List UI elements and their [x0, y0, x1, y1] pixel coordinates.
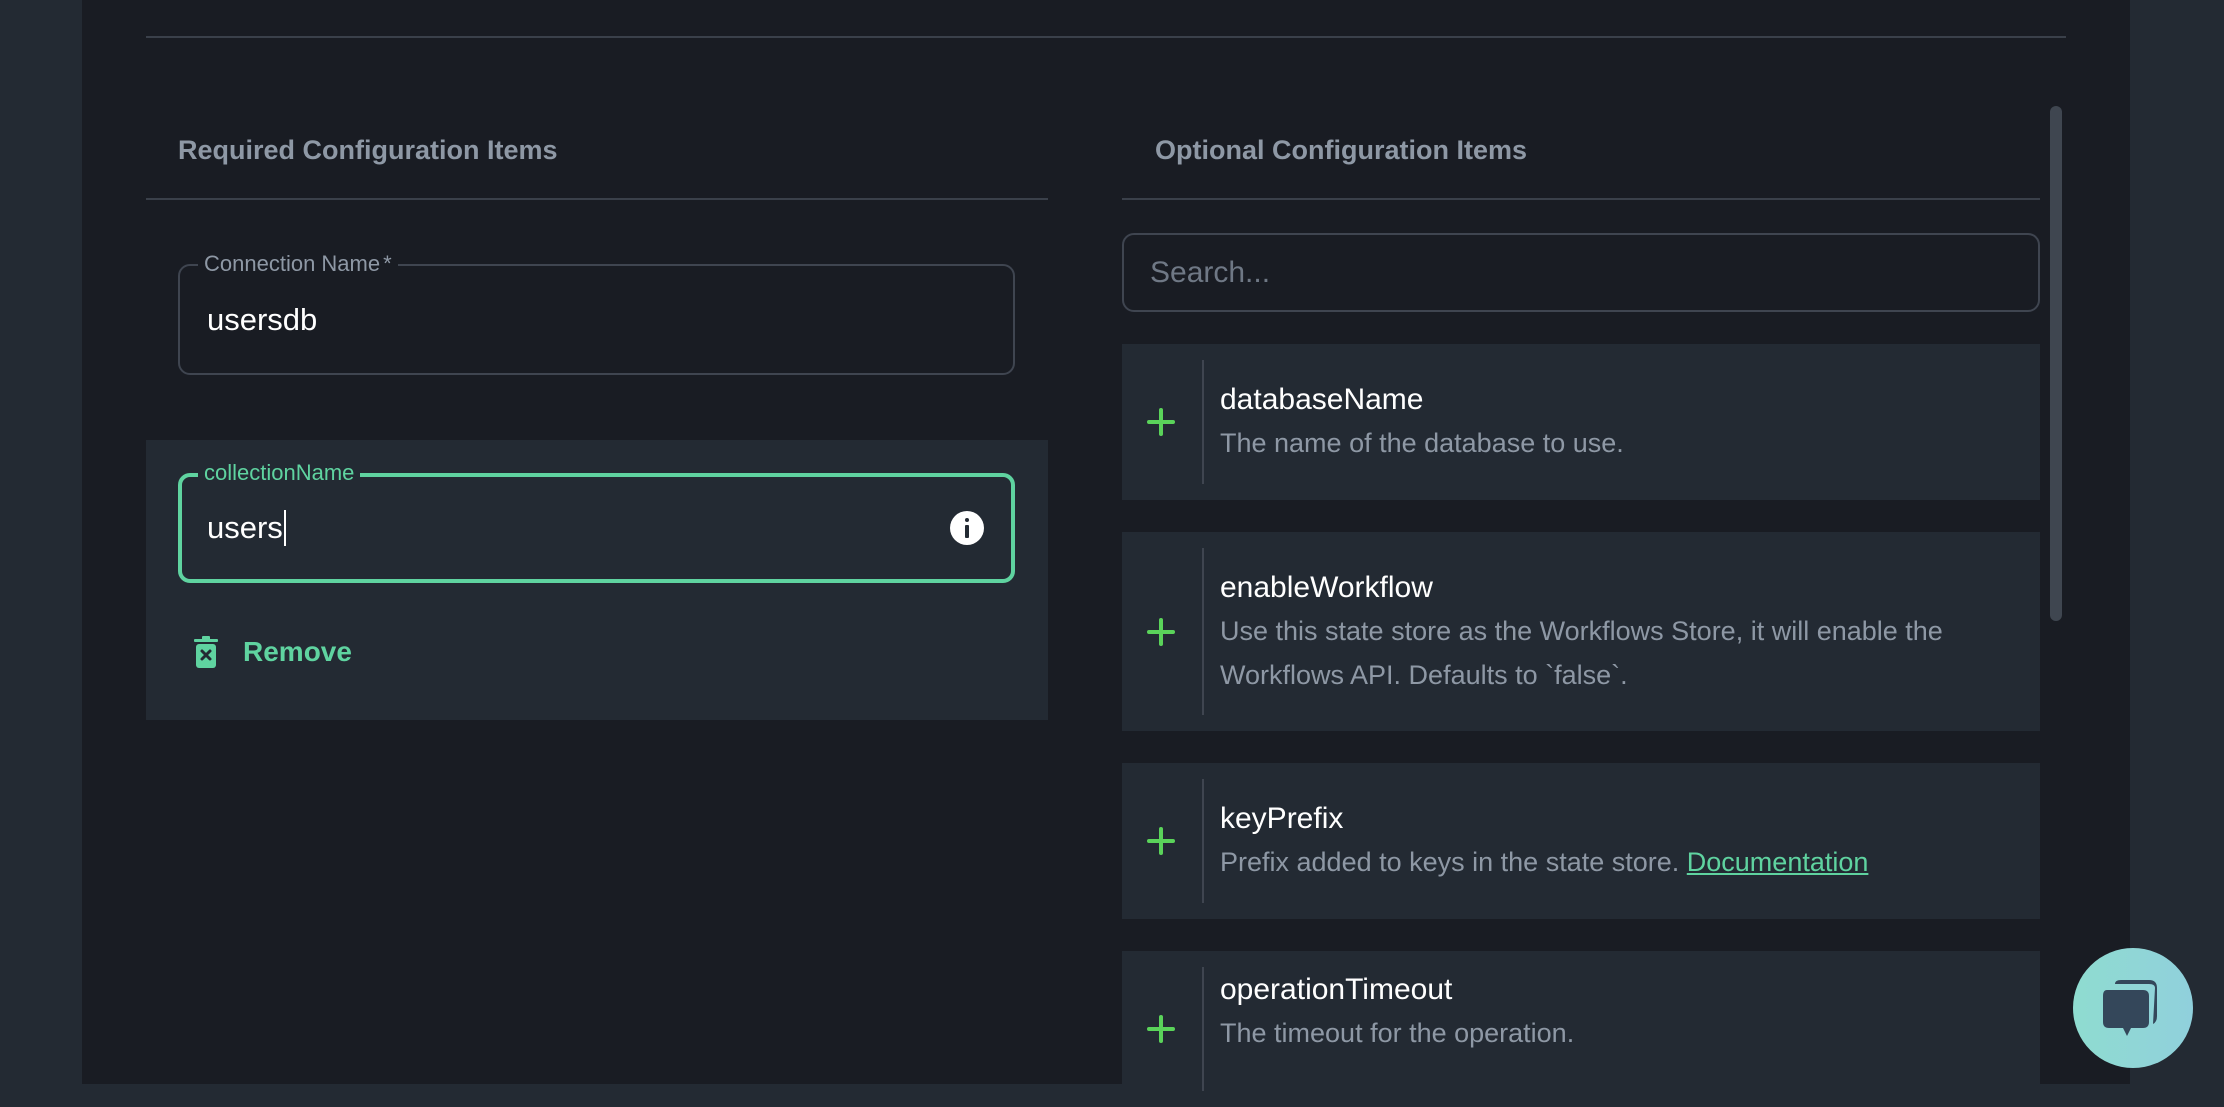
- item-description: The timeout for the operation.: [1220, 1018, 1575, 1048]
- connection-name-value[interactable]: usersdb: [207, 266, 317, 373]
- item-divider: [1202, 779, 1204, 903]
- plus-icon[interactable]: [1147, 1015, 1175, 1043]
- chat-widget-button[interactable]: [2073, 948, 2193, 1068]
- text-caret: [283, 510, 286, 546]
- collection-name-item: collectionName users Remove: [146, 440, 1048, 720]
- optional-item-databaseName[interactable]: databaseName The name of the database to…: [1122, 344, 2040, 500]
- info-icon[interactable]: [950, 511, 984, 545]
- collection-name-value: users: [207, 510, 283, 545]
- trash-icon: [194, 636, 218, 668]
- optional-section-divider: [1122, 198, 2040, 200]
- item-divider: [1202, 967, 1204, 1091]
- item-title: databaseName: [1220, 383, 1424, 416]
- item-description-wrap: Prefix added to keys in the state store.…: [1220, 840, 2000, 884]
- documentation-link[interactable]: Documentation: [1687, 847, 1869, 877]
- chat-bubbles-icon: [2103, 980, 2157, 1036]
- item-title: keyPrefix: [1220, 802, 1344, 835]
- item-divider: [1202, 548, 1204, 715]
- required-section-divider: [146, 198, 1048, 200]
- remove-button-label: Remove: [243, 636, 352, 667]
- item-description: Prefix added to keys in the state store.: [1220, 847, 1680, 877]
- plus-icon[interactable]: [1147, 408, 1175, 436]
- plus-icon[interactable]: [1147, 827, 1175, 855]
- remove-button[interactable]: Remove: [194, 634, 352, 670]
- optional-section-title: Optional Configuration Items: [1155, 135, 1527, 165]
- plus-icon[interactable]: [1147, 617, 1175, 646]
- optional-item-enableWorkflow[interactable]: enableWorkflow Use this state store as t…: [1122, 532, 2040, 731]
- top-divider: [146, 36, 2066, 38]
- item-description: The name of the database to use.: [1220, 428, 1624, 458]
- item-divider: [1202, 360, 1204, 484]
- item-description: Use this state store as the Workflows St…: [1220, 615, 1943, 690]
- optional-search-input[interactable]: [1122, 233, 2040, 312]
- required-asterisk: *: [383, 251, 392, 276]
- optional-list-scrollbar[interactable]: [2050, 106, 2062, 621]
- collection-name-field[interactable]: collectionName users: [178, 460, 1015, 583]
- item-title: operationTimeout: [1220, 973, 1453, 1006]
- connection-name-field[interactable]: Connection Name * usersdb: [178, 251, 1015, 375]
- item-title: enableWorkflow: [1220, 570, 1433, 604]
- required-section-title: Required Configuration Items: [178, 135, 558, 165]
- optional-item-keyPrefix[interactable]: keyPrefix Prefix added to keys in the st…: [1122, 763, 2040, 919]
- collection-name-input[interactable]: users: [207, 477, 286, 579]
